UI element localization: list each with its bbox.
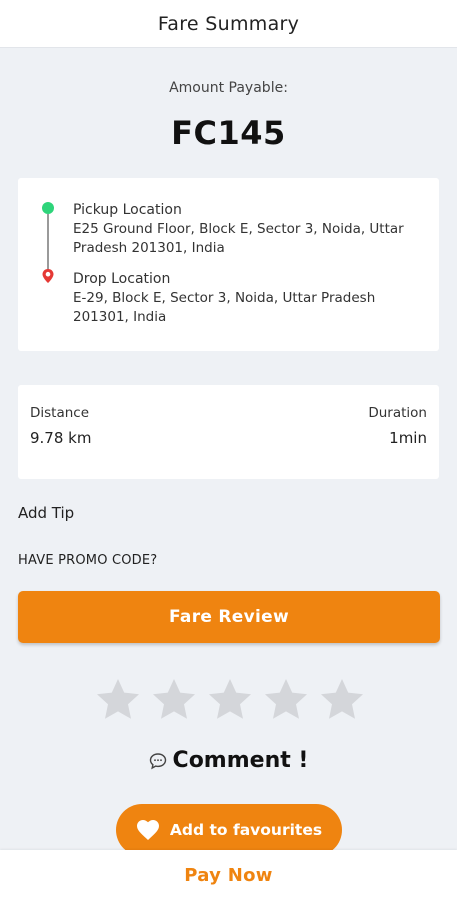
star-icon[interactable] [318, 676, 366, 724]
add-tip-link[interactable]: Add Tip [18, 504, 74, 522]
page-title: Fare Summary [157, 12, 300, 35]
duration-label: Duration [368, 405, 427, 421]
add-to-favourites-label: Add to favourites [169, 821, 323, 839]
promo-code-link[interactable]: HAVE PROMO CODE? [18, 553, 157, 568]
comment-button[interactable]: Comment ! [0, 748, 457, 773]
drop-address: E-29, Block E, Sector 3, Noida, Uttar Pr… [73, 290, 376, 325]
rating-stars [94, 676, 366, 726]
star-icon[interactable] [206, 676, 254, 724]
drop-pin-icon [41, 268, 55, 284]
amount-value: FC145 [171, 114, 286, 152]
pay-now-button[interactable]: Pay Now [0, 850, 457, 900]
duration-value: 1min [389, 429, 427, 447]
add-to-favourites-button[interactable]: Add to favourites [116, 804, 342, 856]
pickup-dot-icon [42, 202, 54, 214]
fare-review-label: Fare Review [169, 607, 289, 627]
comment-icon [149, 752, 167, 770]
amount-label: Amount Payable: [169, 80, 288, 96]
distance-value: 9.78 km [30, 429, 92, 447]
pay-now-label: Pay Now [184, 864, 273, 886]
route-line [47, 214, 49, 270]
comment-label: Comment ! [172, 748, 309, 773]
star-icon[interactable] [94, 676, 142, 724]
location-card: Pickup Location E25 Ground Floor, Block … [18, 178, 439, 351]
pickup-address: E25 Ground Floor, Block E, Sector 3, Noi… [73, 221, 404, 256]
app-header: Fare Summary [0, 0, 457, 48]
star-icon[interactable] [262, 676, 310, 724]
pickup-title: Pickup Location [73, 202, 182, 218]
star-icon[interactable] [150, 676, 198, 724]
heart-icon [136, 819, 160, 841]
trip-info-card: Distance 9.78 km Duration 1min [18, 385, 439, 479]
drop-title: Drop Location [73, 271, 171, 287]
fare-review-button[interactable]: Fare Review [18, 591, 440, 643]
distance-label: Distance [30, 405, 90, 421]
